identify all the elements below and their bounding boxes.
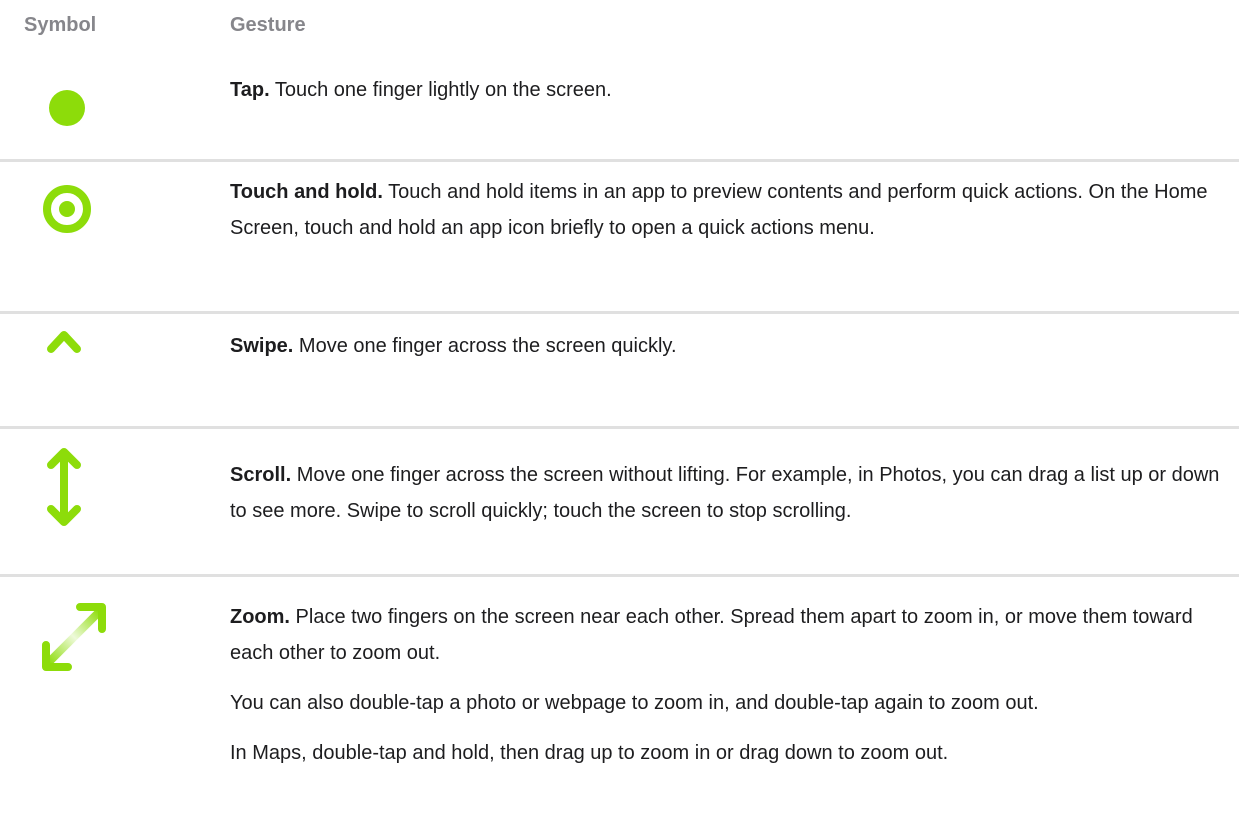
gesture-title: Tap.	[230, 79, 270, 101]
symbol-column-header: Symbol	[24, 14, 97, 36]
gesture-title: Zoom.	[230, 606, 290, 628]
gesture-column-header: Gesture	[230, 14, 306, 36]
scroll-double-arrow-icon	[40, 443, 110, 538]
paragraph: Zoom. Place two fingers on the screen ne…	[230, 599, 1230, 671]
gesture-title: Touch and hold.	[230, 181, 383, 203]
gestures-table: Symbol Gesture Tap. Touch one finger lig…	[0, 0, 1239, 827]
paragraph: Swipe. Move one finger across the screen…	[230, 328, 1230, 364]
tap-dot-icon	[40, 88, 110, 133]
paragraph: Touch and hold. Touch and hold items in …	[230, 174, 1230, 246]
gesture-text: Touch one finger lightly on the screen.	[269, 79, 612, 101]
row-description: Zoom. Place two fingers on the screen ne…	[230, 577, 1230, 771]
row-description: Swipe. Move one finger across the screen…	[230, 314, 1230, 364]
paragraph: You can also double-tap a photo or webpa…	[230, 692, 1039, 714]
row-description: Scroll. Move one finger across the scree…	[230, 429, 1230, 529]
row-description: Tap. Touch one finger lightly on the scr…	[230, 52, 1230, 108]
swipe-up-arrow-icon	[40, 324, 110, 429]
paragraph: In Maps, double-tap and hold, then drag …	[230, 742, 949, 764]
table-row-zoom: Zoom. Place two fingers on the screen ne…	[0, 577, 1239, 827]
table-row-touch-and-hold: Touch and hold. Touch and hold items in …	[0, 162, 1239, 314]
gesture-text: Move one finger across the screen quickl…	[293, 335, 677, 357]
zoom-diagonal-arrows-icon	[40, 595, 110, 680]
table-row-tap: Tap. Touch one finger lightly on the scr…	[0, 52, 1239, 162]
touch-and-hold-ring-icon	[40, 184, 110, 239]
table-row-swipe: Swipe. Move one finger across the screen…	[0, 314, 1239, 429]
paragraph: Tap. Touch one finger lightly on the scr…	[230, 72, 1230, 108]
table-header: Symbol Gesture	[0, 0, 1239, 52]
row-description: Touch and hold. Touch and hold items in …	[230, 162, 1230, 246]
table-row-scroll: Scroll. Move one finger across the scree…	[0, 429, 1239, 577]
gesture-text: Place two fingers on the screen near eac…	[230, 606, 1193, 664]
gesture-text: Move one finger across the screen withou…	[230, 464, 1220, 522]
paragraph: Scroll. Move one finger across the scree…	[230, 457, 1230, 529]
gesture-title: Scroll.	[230, 464, 292, 486]
gesture-title: Swipe.	[230, 335, 294, 357]
